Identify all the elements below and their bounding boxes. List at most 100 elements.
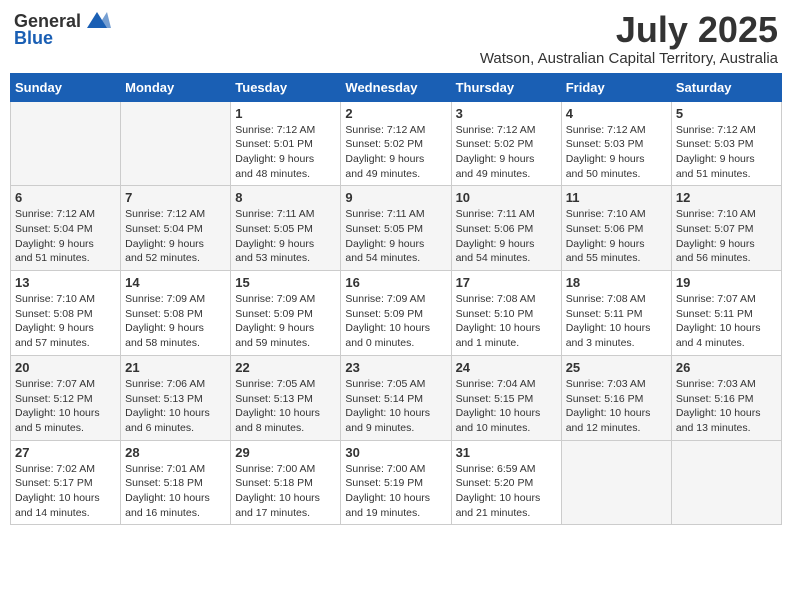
calendar-cell: 20 Sunrise: 7:07 AM Sunset: 5:12 PM Dayli… xyxy=(11,355,121,440)
cell-info: Sunrise: 7:05 AM Sunset: 5:13 PM Dayligh… xyxy=(235,377,336,436)
day-number: 4 xyxy=(566,106,667,121)
day-number: 27 xyxy=(15,445,116,460)
col-header-wednesday: Wednesday xyxy=(341,73,451,101)
calendar-cell: 27 Sunrise: 7:02 AM Sunset: 5:17 PM Dayli… xyxy=(11,440,121,525)
cell-info: Sunrise: 7:09 AM Sunset: 5:09 PM Dayligh… xyxy=(235,292,336,351)
calendar-cell: 19Sunrise: 7:07 AM Sunset: 5:11 PM Dayli… xyxy=(671,271,781,356)
calendar-cell: 9Sunrise: 7:11 AM Sunset: 5:05 PM Daylig… xyxy=(341,186,451,271)
calendar-cell xyxy=(561,440,671,525)
calendar-cell: 17Sunrise: 7:08 AM Sunset: 5:10 PM Dayli… xyxy=(451,271,561,356)
cell-info: Sunrise: 7:05 AM Sunset: 5:14 PM Dayligh… xyxy=(345,377,446,436)
calendar-cell: 8 Sunrise: 7:11 AM Sunset: 5:05 PM Daylig… xyxy=(231,186,341,271)
calendar-cell xyxy=(11,101,121,186)
cell-info: Sunrise: 7:10 AM Sunset: 5:06 PM Dayligh… xyxy=(566,207,667,266)
col-header-sunday: Sunday xyxy=(11,73,121,101)
calendar-cell: 21 Sunrise: 7:06 AM Sunset: 5:13 PM Dayli… xyxy=(121,355,231,440)
cell-info: Sunrise: 7:08 AM Sunset: 5:11 PM Dayligh… xyxy=(566,292,667,351)
cell-info: Sunrise: 7:12 AM Sunset: 5:03 PM Dayligh… xyxy=(676,123,777,182)
day-number: 1 xyxy=(235,106,336,121)
calendar-cell xyxy=(121,101,231,186)
cell-info: Sunrise: 6:59 AM Sunset: 5:20 PM Dayligh… xyxy=(456,462,557,521)
calendar-cell xyxy=(671,440,781,525)
day-number: 3 xyxy=(456,106,557,121)
cell-info: Sunrise: 7:00 AM Sunset: 5:19 PM Dayligh… xyxy=(345,462,446,521)
day-number: 23 xyxy=(345,360,446,375)
calendar-table: SundayMondayTuesdayWednesdayThursdayFrid… xyxy=(10,73,782,526)
calendar-cell: 2 Sunrise: 7:12 AM Sunset: 5:02 PM Daylig… xyxy=(341,101,451,186)
location-title: Watson, Australian Capital Territory, Au… xyxy=(480,50,778,67)
day-number: 15 xyxy=(235,275,336,290)
day-number: 13 xyxy=(15,275,116,290)
calendar-cell: 7 Sunrise: 7:12 AM Sunset: 5:04 PM Daylig… xyxy=(121,186,231,271)
day-number: 5 xyxy=(676,106,777,121)
week-row-3: 13 Sunrise: 7:10 AM Sunset: 5:08 PM Dayli… xyxy=(11,271,782,356)
cell-info: Sunrise: 7:12 AM Sunset: 5:02 PM Dayligh… xyxy=(456,123,557,182)
logo: General Blue xyxy=(14,10,111,49)
week-row-2: 6 Sunrise: 7:12 AM Sunset: 5:04 PM Daylig… xyxy=(11,186,782,271)
week-row-1: 1 Sunrise: 7:12 AM Sunset: 5:01 PM Daylig… xyxy=(11,101,782,186)
cell-info: Sunrise: 7:12 AM Sunset: 5:02 PM Dayligh… xyxy=(345,123,446,182)
day-number: 20 xyxy=(15,360,116,375)
day-number: 6 xyxy=(15,190,116,205)
month-title: July 2025 xyxy=(480,10,778,50)
cell-info: Sunrise: 7:00 AM Sunset: 5:18 PM Dayligh… xyxy=(235,462,336,521)
calendar-cell: 4 Sunrise: 7:12 AM Sunset: 5:03 PM Daylig… xyxy=(561,101,671,186)
calendar-cell: 11 Sunrise: 7:10 AM Sunset: 5:06 PM Dayli… xyxy=(561,186,671,271)
header-row: SundayMondayTuesdayWednesdayThursdayFrid… xyxy=(11,73,782,101)
cell-info: Sunrise: 7:07 AM Sunset: 5:11 PM Dayligh… xyxy=(676,292,777,351)
day-number: 9 xyxy=(345,190,446,205)
cell-info: Sunrise: 7:03 AM Sunset: 5:16 PM Dayligh… xyxy=(676,377,777,436)
cell-info: Sunrise: 7:12 AM Sunset: 5:04 PM Dayligh… xyxy=(15,207,116,266)
col-header-monday: Monday xyxy=(121,73,231,101)
day-number: 29 xyxy=(235,445,336,460)
day-number: 8 xyxy=(235,190,336,205)
day-number: 21 xyxy=(125,360,226,375)
calendar-cell: 31 Sunrise: 6:59 AM Sunset: 5:20 PM Dayli… xyxy=(451,440,561,525)
cell-info: Sunrise: 7:02 AM Sunset: 5:17 PM Dayligh… xyxy=(15,462,116,521)
col-header-saturday: Saturday xyxy=(671,73,781,101)
day-number: 31 xyxy=(456,445,557,460)
cell-info: Sunrise: 7:06 AM Sunset: 5:13 PM Dayligh… xyxy=(125,377,226,436)
day-number: 12 xyxy=(676,190,777,205)
calendar-cell: 5 Sunrise: 7:12 AM Sunset: 5:03 PM Daylig… xyxy=(671,101,781,186)
cell-info: Sunrise: 7:01 AM Sunset: 5:18 PM Dayligh… xyxy=(125,462,226,521)
day-number: 18 xyxy=(566,275,667,290)
cell-info: Sunrise: 7:12 AM Sunset: 5:03 PM Dayligh… xyxy=(566,123,667,182)
calendar-cell: 24Sunrise: 7:04 AM Sunset: 5:15 PM Dayli… xyxy=(451,355,561,440)
day-number: 2 xyxy=(345,106,446,121)
title-block: July 2025 Watson, Australian Capital Ter… xyxy=(480,10,778,67)
page-header: General Blue July 2025 Watson, Australia… xyxy=(10,10,782,67)
day-number: 7 xyxy=(125,190,226,205)
day-number: 10 xyxy=(456,190,557,205)
calendar-cell: 1 Sunrise: 7:12 AM Sunset: 5:01 PM Daylig… xyxy=(231,101,341,186)
calendar-cell: 16Sunrise: 7:09 AM Sunset: 5:09 PM Dayli… xyxy=(341,271,451,356)
col-header-thursday: Thursday xyxy=(451,73,561,101)
logo-blue-text: Blue xyxy=(14,28,53,49)
calendar-cell: 14Sunrise: 7:09 AM Sunset: 5:08 PM Dayli… xyxy=(121,271,231,356)
calendar-cell: 26 Sunrise: 7:03 AM Sunset: 5:16 PM Dayli… xyxy=(671,355,781,440)
cell-info: Sunrise: 7:10 AM Sunset: 5:08 PM Dayligh… xyxy=(15,292,116,351)
cell-info: Sunrise: 7:10 AM Sunset: 5:07 PM Dayligh… xyxy=(676,207,777,266)
calendar-cell: 18 Sunrise: 7:08 AM Sunset: 5:11 PM Dayli… xyxy=(561,271,671,356)
cell-info: Sunrise: 7:09 AM Sunset: 5:09 PM Dayligh… xyxy=(345,292,446,351)
calendar-cell: 3 Sunrise: 7:12 AM Sunset: 5:02 PM Daylig… xyxy=(451,101,561,186)
day-number: 28 xyxy=(125,445,226,460)
calendar-cell: 10 Sunrise: 7:11 AM Sunset: 5:06 PM Dayli… xyxy=(451,186,561,271)
week-row-5: 27 Sunrise: 7:02 AM Sunset: 5:17 PM Dayli… xyxy=(11,440,782,525)
calendar-cell: 23 Sunrise: 7:05 AM Sunset: 5:14 PM Dayli… xyxy=(341,355,451,440)
cell-info: Sunrise: 7:12 AM Sunset: 5:01 PM Dayligh… xyxy=(235,123,336,182)
day-number: 30 xyxy=(345,445,446,460)
calendar-cell: 6 Sunrise: 7:12 AM Sunset: 5:04 PM Daylig… xyxy=(11,186,121,271)
day-number: 11 xyxy=(566,190,667,205)
calendar-cell: 25Sunrise: 7:03 AM Sunset: 5:16 PM Dayli… xyxy=(561,355,671,440)
cell-info: Sunrise: 7:07 AM Sunset: 5:12 PM Dayligh… xyxy=(15,377,116,436)
calendar-cell: 22Sunrise: 7:05 AM Sunset: 5:13 PM Dayli… xyxy=(231,355,341,440)
cell-info: Sunrise: 7:03 AM Sunset: 5:16 PM Dayligh… xyxy=(566,377,667,436)
cell-info: Sunrise: 7:12 AM Sunset: 5:04 PM Dayligh… xyxy=(125,207,226,266)
day-number: 17 xyxy=(456,275,557,290)
day-number: 14 xyxy=(125,275,226,290)
col-header-tuesday: Tuesday xyxy=(231,73,341,101)
day-number: 26 xyxy=(676,360,777,375)
cell-info: Sunrise: 7:11 AM Sunset: 5:06 PM Dayligh… xyxy=(456,207,557,266)
cell-info: Sunrise: 7:11 AM Sunset: 5:05 PM Dayligh… xyxy=(235,207,336,266)
